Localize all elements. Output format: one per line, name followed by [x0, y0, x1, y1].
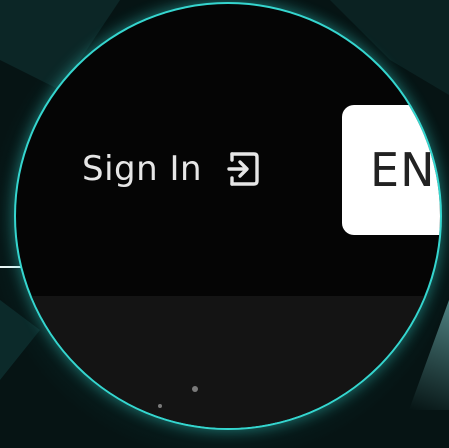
- decorative-particle: [158, 404, 162, 408]
- sign-in-label: Sign In: [82, 149, 203, 189]
- decorative-particle: [192, 386, 198, 392]
- screenshot-zoom-stage: Sign In EN: [0, 0, 449, 448]
- language-label: EN: [370, 143, 436, 197]
- sign-in-icon: [226, 150, 260, 188]
- sign-in-button[interactable]: Sign In: [82, 149, 260, 189]
- language-selector-button[interactable]: EN: [342, 105, 440, 235]
- magnifier-lens: Sign In EN: [16, 4, 440, 428]
- lower-panel: [16, 296, 440, 428]
